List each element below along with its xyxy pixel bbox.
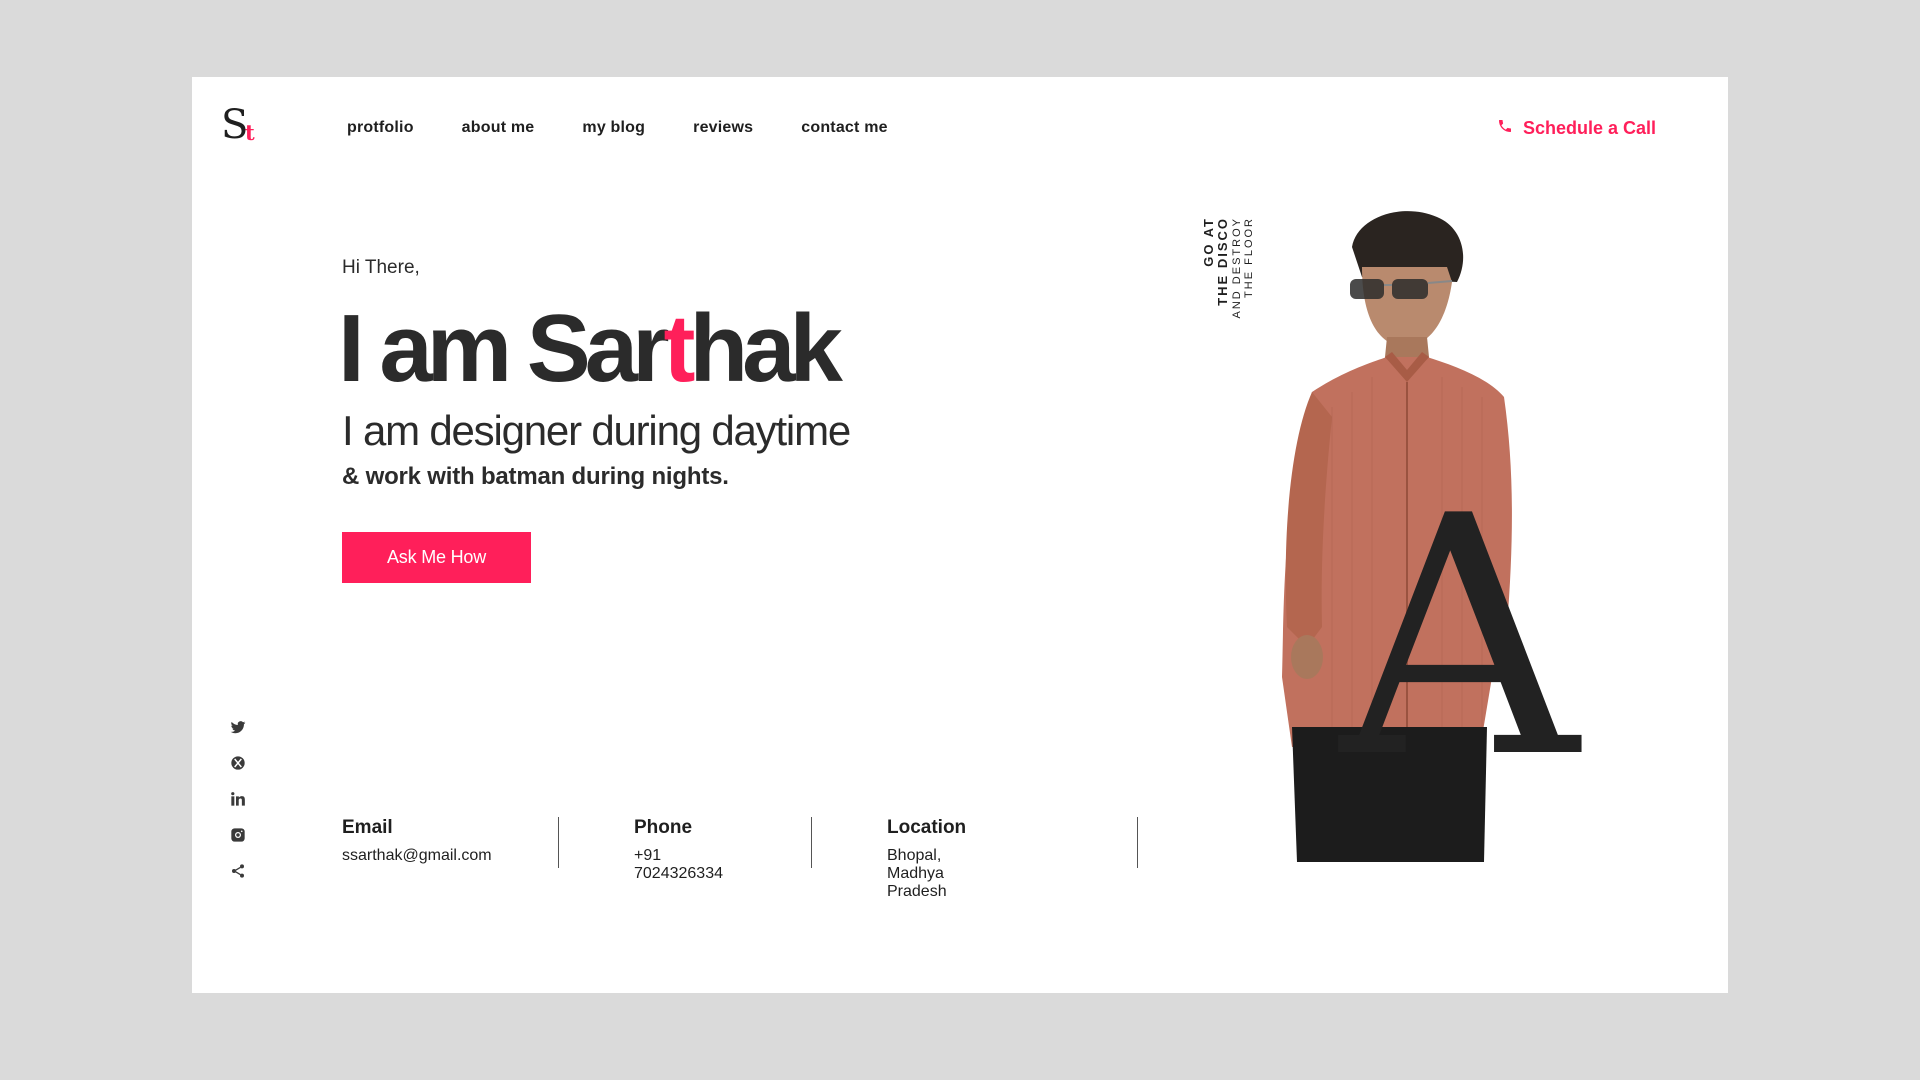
contact-location: Location Bhopal, Madhya Pradesh <box>887 817 967 900</box>
linkedin-icon[interactable] <box>230 791 246 807</box>
contact-phone-value[interactable]: +91 7024326334 <box>634 847 723 883</box>
twitter-icon[interactable] <box>230 719 246 735</box>
nav-portfolio[interactable]: protfolio <box>347 119 414 137</box>
headline-accent-letter: t <box>663 295 696 402</box>
tagline-line-2: THE DISCO <box>1215 217 1230 306</box>
contact-divider <box>1137 817 1138 868</box>
contact-divider <box>558 817 559 868</box>
headline-start: I am Sar <box>338 295 670 402</box>
headline-end: hak <box>689 295 843 402</box>
contact-location-value: Bhopal, Madhya Pradesh <box>887 847 947 900</box>
contact-divider <box>811 817 812 868</box>
main-nav: protfolio about me my blog reviews conta… <box>347 119 888 137</box>
xbox-icon[interactable] <box>230 755 246 771</box>
ask-me-how-button[interactable]: Ask Me How <box>342 532 531 583</box>
contact-email-label: Email <box>342 817 393 838</box>
contact-location-label: Location <box>887 817 967 838</box>
greeting: Hi There, <box>342 257 420 278</box>
contact-phone: Phone +91 7024326334 <box>634 817 723 882</box>
brand-logo[interactable]: S t <box>221 103 261 147</box>
social-links <box>230 719 246 879</box>
contact-email: Email ssarthak@gmail.com <box>342 817 492 868</box>
contact-phone-label: Phone <box>634 817 693 838</box>
nav-my-blog[interactable]: my blog <box>582 119 645 137</box>
hero-subtitle-secondary: & work with batman during nights. <box>342 463 729 490</box>
decorative-letter: A <box>1340 446 1579 830</box>
share-icon[interactable] <box>230 863 246 879</box>
phone-icon <box>1497 118 1513 139</box>
nav-about-me[interactable]: about me <box>462 119 535 137</box>
schedule-call-button[interactable]: Schedule a Call <box>1497 118 1656 139</box>
contact-email-value[interactable]: ssarthak@gmail.com <box>342 847 492 865</box>
schedule-call-label: Schedule a Call <box>1523 118 1657 138</box>
hero-headline: I am Sarthak <box>338 294 843 404</box>
nav-contact-me[interactable]: contact me <box>801 119 887 137</box>
portfolio-page: S t protfolio about me my blog reviews c… <box>192 77 1728 993</box>
hero-subtitle: I am designer during daytime <box>342 407 851 454</box>
tagline-line-1: GO AT <box>1201 217 1216 267</box>
nav-reviews[interactable]: reviews <box>693 119 753 137</box>
instagram-icon[interactable] <box>230 827 246 843</box>
logo-letter-t: t <box>245 120 255 145</box>
